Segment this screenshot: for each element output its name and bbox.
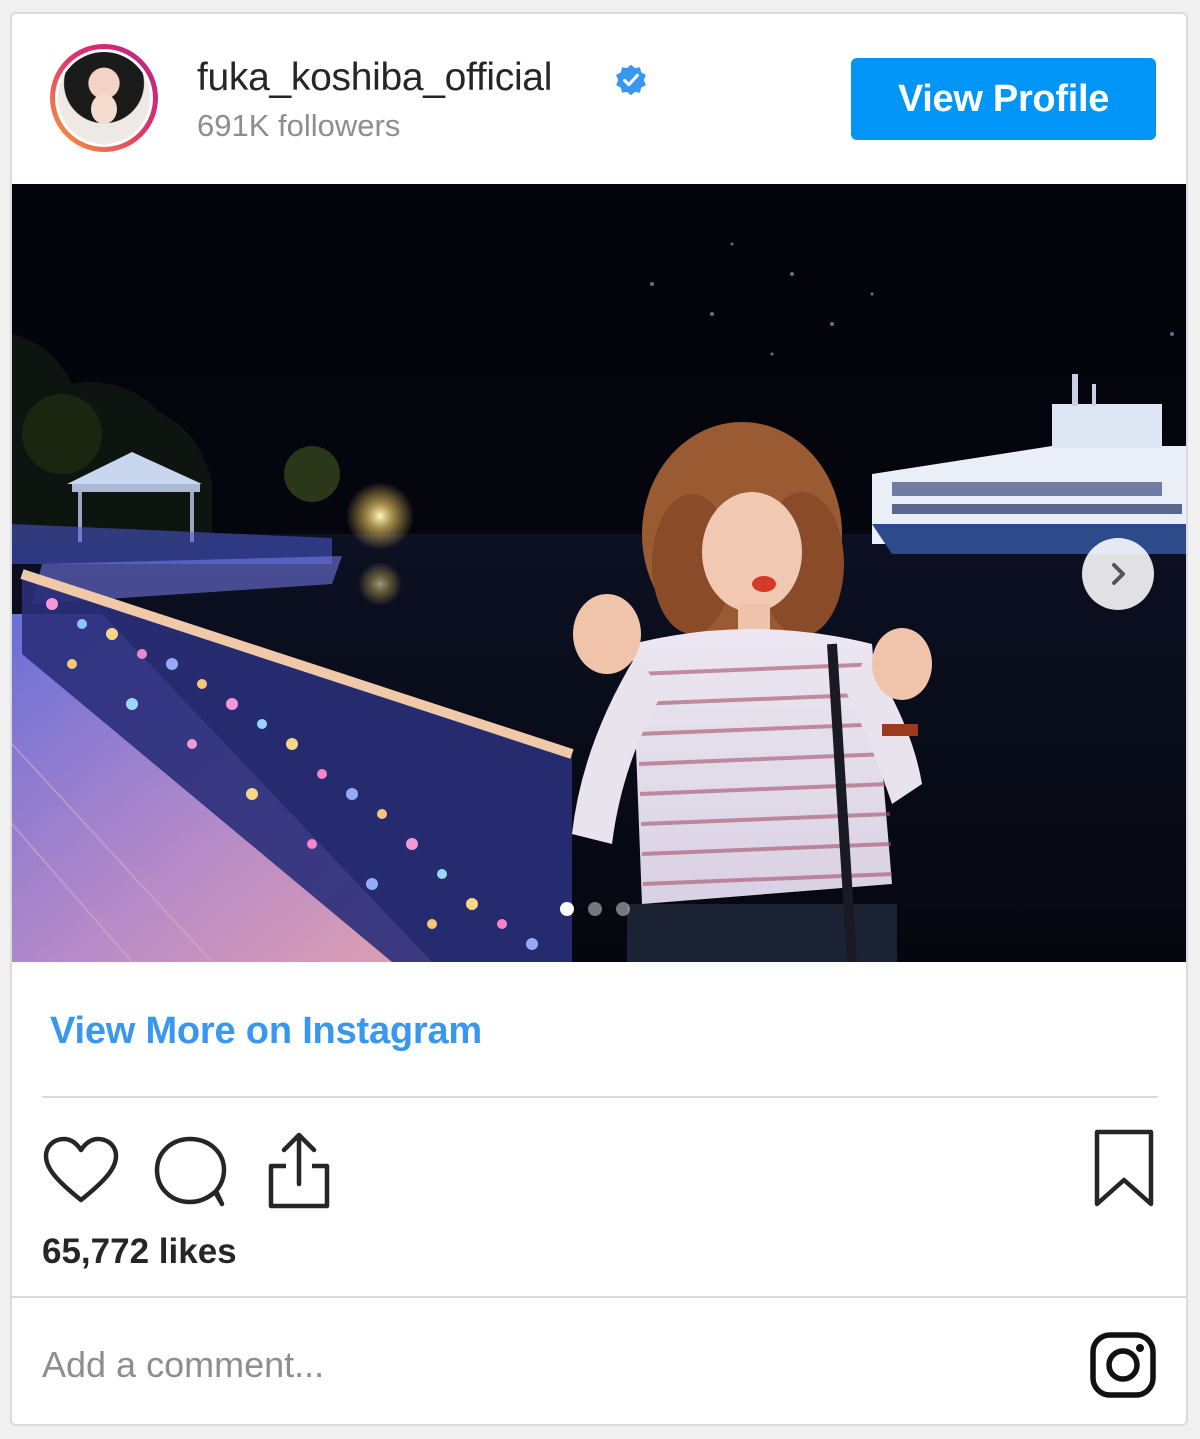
chevron-right-icon bbox=[1112, 563, 1125, 585]
post-header: fuka_koshiba_official 691K followers Vie… bbox=[12, 14, 1186, 184]
carousel-indicator bbox=[560, 902, 630, 916]
divider bbox=[42, 1096, 1158, 1098]
view-profile-button[interactable]: View Profile bbox=[851, 58, 1156, 140]
comment-icon[interactable] bbox=[152, 1134, 230, 1210]
avatar[interactable] bbox=[50, 44, 158, 152]
like-count: 65,772 likes bbox=[42, 1232, 237, 1271]
carousel-dot bbox=[616, 902, 630, 916]
action-bar bbox=[12, 1122, 1186, 1212]
bookmark-icon[interactable] bbox=[1092, 1128, 1156, 1210]
heart-icon[interactable] bbox=[42, 1136, 120, 1206]
avatar-image bbox=[55, 49, 153, 147]
photo-scene bbox=[12, 242, 1186, 962]
username[interactable]: fuka_koshiba_official bbox=[197, 56, 552, 100]
post-photo[interactable] bbox=[12, 184, 1186, 962]
comment-input[interactable]: Add a comment... bbox=[42, 1344, 324, 1386]
verified-badge-icon bbox=[616, 64, 646, 96]
instagram-icon[interactable] bbox=[1088, 1330, 1158, 1400]
follower-count: 691K followers bbox=[197, 108, 401, 143]
view-more-link[interactable]: View More on Instagram bbox=[50, 1010, 482, 1053]
carousel-dot bbox=[588, 902, 602, 916]
carousel-dot-active bbox=[560, 902, 574, 916]
instagram-embed-card: fuka_koshiba_official 691K followers Vie… bbox=[10, 12, 1188, 1426]
share-icon[interactable] bbox=[264, 1130, 334, 1210]
carousel-next-button[interactable] bbox=[1082, 538, 1154, 610]
avatar-face bbox=[91, 94, 117, 124]
divider bbox=[12, 1296, 1186, 1298]
